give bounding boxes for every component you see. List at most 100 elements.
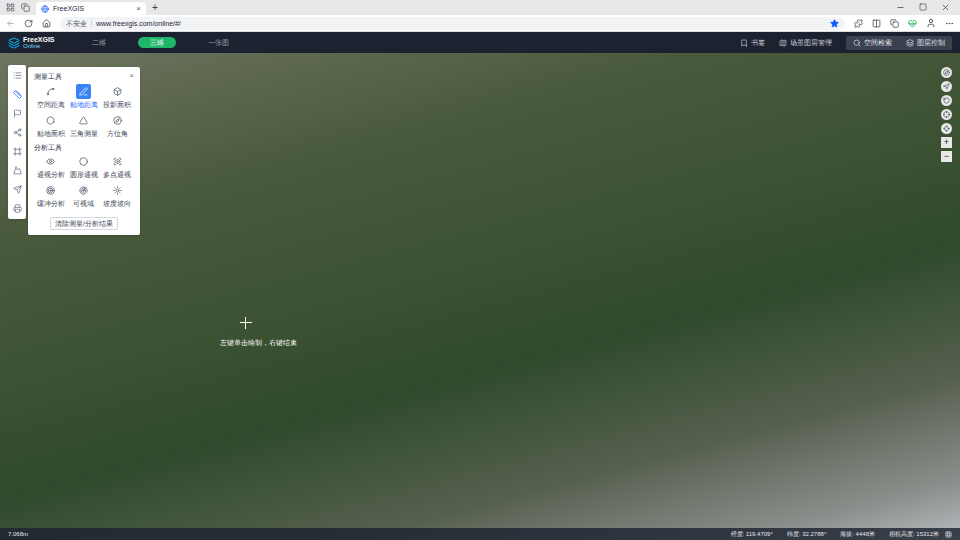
extensions-icon[interactable] — [854, 19, 863, 28]
tool-item-icon — [79, 186, 88, 195]
toolbar-button[interactable] — [9, 143, 25, 160]
tool-item-icon — [79, 87, 88, 96]
tool-item[interactable]: 多点通视 — [101, 154, 134, 178]
tool-item-icon — [46, 157, 55, 166]
tool-item[interactable]: 坡度坡向 — [101, 183, 134, 207]
more-icon[interactable] — [945, 19, 954, 28]
tool-item[interactable]: 方位角 — [101, 113, 134, 137]
layer-manage-icon — [779, 39, 787, 47]
tool-item-icon — [46, 186, 55, 195]
control-icon — [943, 125, 950, 132]
toolbar-button[interactable] — [9, 162, 25, 179]
close-icon[interactable] — [941, 3, 950, 12]
tool-icon — [13, 147, 22, 156]
status-readout: 相机高度: 15312米 — [889, 531, 939, 537]
tab-close[interactable]: × — [136, 5, 141, 13]
workspaces-icon[interactable] — [6, 3, 15, 12]
home-icon[interactable] — [42, 19, 51, 28]
tool-item-icon — [113, 116, 122, 125]
tool-icon — [13, 185, 22, 194]
zoom-button[interactable]: − — [941, 151, 952, 162]
header-action[interactable]: 书签 — [740, 39, 765, 47]
header-buttons: 空间检索图层控制 — [846, 36, 952, 50]
panel-section: 空间距离贴地距离投影面积贴地面积三角测量方位角 — [34, 84, 134, 137]
profile-icon[interactable] — [926, 18, 936, 28]
performance-icon[interactable] — [908, 19, 917, 28]
zoom-button[interactable]: + — [941, 137, 952, 148]
view-tab[interactable]: 三维 — [138, 37, 176, 48]
tool-item-icon — [113, 157, 122, 166]
tool-icon — [13, 90, 22, 99]
url-text: www.freexgis.com/online/#/ — [96, 20, 826, 27]
logo-icon — [8, 37, 20, 49]
map-control-button[interactable] — [941, 67, 952, 78]
new-tab-button[interactable]: + — [152, 3, 158, 13]
map-view[interactable]: 测量工具×空间距离贴地距离投影面积贴地面积三角测量方位角分析工具通视分析圆形通视… — [0, 53, 960, 540]
draw-hint: 左键单击绘制，右键结束 — [220, 339, 297, 346]
tool-item-label: 缓冲分析 — [37, 200, 65, 207]
header-action[interactable]: 场景图层管理 — [779, 39, 832, 47]
toolbar-button[interactable] — [9, 181, 25, 198]
tool-item-icon — [113, 186, 122, 195]
reload-icon[interactable] — [24, 19, 33, 28]
logo[interactable]: FreeXGISOnline — [8, 36, 86, 49]
map-control-button[interactable] — [941, 109, 952, 120]
tool-item[interactable]: 三角测量 — [67, 113, 100, 137]
panel-close[interactable]: × — [129, 72, 134, 80]
tool-item-label: 贴地距离 — [70, 101, 98, 108]
control-icon — [943, 69, 950, 76]
view-tab[interactable]: 二维 — [86, 37, 112, 48]
tool-item-label: 多点通视 — [103, 171, 131, 178]
header-button[interactable]: 图层控制 — [899, 36, 952, 50]
map-control-button[interactable] — [941, 95, 952, 106]
tool-item-icon — [113, 87, 122, 96]
address-bar-row: 不安全 www.freexgis.com/online/#/ — [0, 15, 960, 32]
status-readout: 经度: 119.4709° — [731, 531, 773, 537]
tool-item-label: 圆形通视 — [70, 171, 98, 178]
header-actions: 书签 场景图层管理 — [740, 39, 832, 47]
favorite-star-icon[interactable] — [830, 19, 839, 28]
minimize-icon[interactable] — [896, 3, 905, 12]
panel-title: 测量工具 — [34, 73, 62, 80]
browser-tab[interactable]: FreeXGIS × — [36, 2, 146, 15]
security-label[interactable]: 不安全 — [66, 20, 87, 27]
tool-item[interactable]: 通视分析 — [34, 154, 67, 178]
tool-icon — [13, 204, 22, 213]
tool-item[interactable]: 贴地面积 — [34, 113, 67, 137]
toolbar-button[interactable] — [9, 124, 25, 141]
settings-icon[interactable] — [945, 531, 952, 538]
tool-item[interactable]: 贴地距离 — [67, 84, 100, 108]
toolbar-button[interactable] — [9, 86, 25, 103]
tool-icon — [13, 128, 22, 137]
toolbar-button[interactable] — [9, 105, 25, 122]
draw-cursor — [240, 317, 252, 329]
clear-button[interactable]: 清除测量/分析结果 — [50, 217, 118, 230]
tool-item-icon — [46, 87, 55, 96]
maximize-icon[interactable] — [919, 3, 927, 11]
control-icon — [943, 111, 950, 118]
address-field[interactable]: 不安全 www.freexgis.com/online/#/ — [60, 17, 845, 30]
control-icon — [943, 97, 950, 104]
back-icon[interactable] — [6, 19, 15, 28]
status-bar: 7.068m经度: 119.4709°纬度: 32.2788°海拔: 4448米… — [0, 528, 960, 540]
map-control-button[interactable] — [941, 123, 952, 134]
header-button[interactable]: 空间检索 — [846, 36, 899, 50]
collections-icon[interactable] — [890, 19, 899, 28]
tool-item[interactable]: 投影面积 — [101, 84, 134, 108]
tool-item-icon — [79, 116, 88, 125]
tool-item[interactable]: 圆形通视 — [67, 154, 100, 178]
tab-title: FreeXGIS — [53, 5, 132, 12]
split-screen-icon[interactable] — [872, 19, 881, 28]
tool-item[interactable]: 缓冲分析 — [34, 183, 67, 207]
app-header: FreeXGISOnline二维 三维 一张图 书签 场景图层管理 空间检索图层控制 — [0, 32, 960, 53]
toolbar-button[interactable] — [9, 200, 25, 217]
tool-item[interactable]: 可视域 — [67, 183, 100, 207]
toolbar-button[interactable] — [9, 67, 25, 84]
map-control-button[interactable] — [941, 81, 952, 92]
view-tabs: 二维 三维 一张图 — [86, 37, 235, 48]
view-tab[interactable]: 一张图 — [202, 37, 235, 48]
tool-item-label: 贴地面积 — [37, 130, 65, 137]
control-icon — [943, 83, 950, 90]
tool-item[interactable]: 空间距离 — [34, 84, 67, 108]
tabs-icon[interactable] — [21, 3, 30, 12]
